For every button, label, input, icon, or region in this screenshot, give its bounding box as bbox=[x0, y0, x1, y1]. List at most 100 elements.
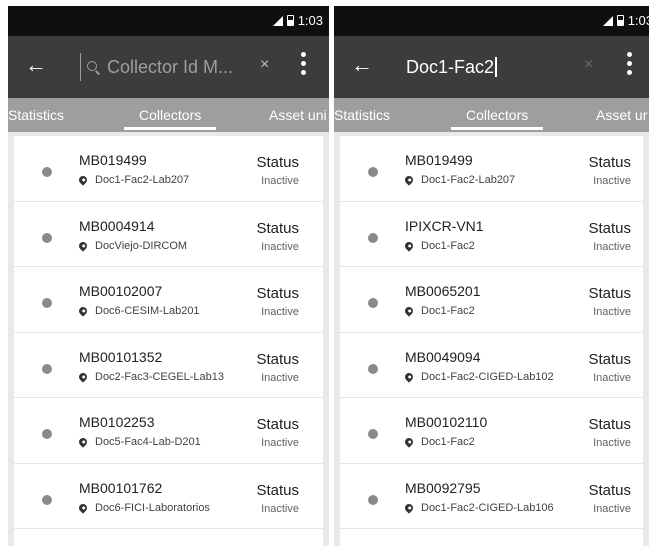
back-arrow-icon[interactable]: ← bbox=[25, 52, 47, 78]
collector-list: MB019499 Doc1-Fac2-Lab207 Status Inactiv… bbox=[340, 136, 643, 546]
collector-location: Doc1-Fac2-Lab207 bbox=[77, 174, 189, 186]
more-options-icon[interactable] bbox=[301, 52, 307, 75]
collector-id: MB0065201 bbox=[405, 283, 481, 299]
tab-collectors[interactable]: Collectors bbox=[123, 107, 217, 130]
text-cursor bbox=[495, 57, 497, 77]
collector-row[interactable]: MB00101762 Doc6-FICI-Laboratorios Status… bbox=[14, 464, 323, 529]
collector-location: Doc1-Fac2 bbox=[403, 436, 475, 448]
collector-id: MB00101352 bbox=[79, 348, 163, 365]
collector-row[interactable]: MB00102110 Doc1-Fac2 Status Inactive bbox=[340, 398, 643, 464]
status-label: Status bbox=[588, 481, 631, 499]
collector-location: Doc1-Fac2-CIGED-Lab106 bbox=[403, 501, 554, 514]
tab-bar: Statistics Collectors Asset uni bbox=[8, 98, 329, 132]
collector-location: Doc6-CESIM-Lab201 bbox=[77, 305, 200, 317]
clock: 1:03 bbox=[627, 13, 649, 28]
clear-search-button[interactable]: × bbox=[260, 56, 269, 74]
location-pin-icon bbox=[403, 501, 415, 514]
more-options-icon[interactable] bbox=[627, 52, 633, 75]
status-label: Status bbox=[588, 154, 631, 171]
status-dot-icon bbox=[42, 298, 52, 308]
back-arrow-icon[interactable]: ← bbox=[351, 52, 373, 78]
status-value: Inactive bbox=[593, 437, 631, 449]
battery-icon bbox=[286, 15, 294, 26]
signal-icon bbox=[272, 15, 283, 26]
collector-row[interactable]: MB019499 Doc1-Fac2-Lab207 Status Inactiv… bbox=[340, 136, 643, 202]
status-bar: 1:03 bbox=[8, 6, 329, 36]
search-box[interactable]: Collector Id M... bbox=[80, 53, 260, 81]
status-value: Inactive bbox=[261, 437, 299, 449]
status-dot-icon bbox=[368, 167, 378, 177]
status-dot-icon bbox=[368, 363, 378, 374]
collector-row[interactable]: MB0065201 Doc1-Fac2 Status Inactive bbox=[340, 267, 643, 333]
clock: 1:03 bbox=[297, 13, 323, 28]
status-label: Status bbox=[256, 154, 299, 171]
status-value: Inactive bbox=[261, 371, 299, 384]
status-bar: 1:03 bbox=[334, 6, 649, 36]
search-box[interactable]: Doc1-Fac2 bbox=[406, 53, 566, 81]
status-value: Inactive bbox=[261, 502, 299, 515]
collector-location: Doc1-Fac2-Lab207 bbox=[403, 174, 515, 186]
collector-row[interactable]: MB019499 Doc1-Fac2-Lab207 Status Inactiv… bbox=[14, 136, 323, 202]
status-value: Inactive bbox=[593, 502, 631, 515]
status-label: Status bbox=[588, 285, 631, 302]
location-pin-icon bbox=[403, 370, 415, 383]
collector-location: Doc1-Fac2 bbox=[403, 239, 475, 252]
collector-location: DocViejo-DIRCOM bbox=[77, 240, 187, 252]
tab-asset-units[interactable]: Asset uni bbox=[269, 107, 327, 123]
collector-row[interactable]: MB00101352 Doc2-Fac3-CEGEL-Lab13 Status … bbox=[14, 333, 323, 398]
status-label: Status bbox=[256, 350, 299, 368]
location-pin-icon bbox=[403, 239, 415, 252]
collector-location: Doc2-Fac3-CEGEL-Lab13 bbox=[77, 370, 224, 383]
collector-id: MB019499 bbox=[79, 152, 147, 168]
collector-location: Doc5-Fac4-Lab-D201 bbox=[77, 436, 201, 448]
collector-id: MB019499 bbox=[405, 152, 473, 168]
tab-statistics[interactable]: Statistics bbox=[8, 107, 64, 123]
status-dot-icon bbox=[42, 429, 52, 439]
status-dot-icon bbox=[42, 232, 52, 243]
status-value: Inactive bbox=[593, 175, 631, 187]
status-value: Inactive bbox=[261, 306, 299, 318]
toolbar: ← Doc1-Fac2 × bbox=[334, 36, 649, 98]
toolbar: ← Collector Id M... × bbox=[8, 36, 329, 98]
right-screen: 1:03 ← Doc1-Fac2 × Statistics Collectors… bbox=[334, 6, 649, 546]
collector-row[interactable]: MB00102007 Doc6-CESIM-Lab201 Status Inac… bbox=[14, 267, 323, 333]
location-pin-icon bbox=[77, 501, 89, 514]
search-input[interactable]: Doc1-Fac2 bbox=[406, 57, 494, 78]
status-dot-icon bbox=[368, 429, 378, 439]
status-label: Status bbox=[256, 285, 299, 302]
tab-collectors[interactable]: Collectors bbox=[450, 107, 544, 130]
collector-list: MB019499 Doc1-Fac2-Lab207 Status Inactiv… bbox=[14, 136, 323, 546]
collector-location: Doc1-Fac2 bbox=[403, 305, 475, 317]
clear-search-button[interactable]: × bbox=[584, 56, 593, 74]
status-dot-icon bbox=[42, 363, 52, 374]
location-pin-icon bbox=[403, 436, 415, 448]
collector-location: Doc6-FICI-Laboratorios bbox=[77, 501, 210, 514]
location-pin-icon bbox=[77, 436, 89, 448]
tab-statistics[interactable]: Statistics bbox=[334, 107, 390, 123]
input-cursor bbox=[80, 53, 81, 81]
collector-id: MB0092795 bbox=[405, 479, 481, 496]
collector-row[interactable]: IPIXCR-VN1 Doc1-Fac2 Status Inactive bbox=[340, 202, 643, 267]
collector-row[interactable]: MB0102253 Doc5-Fac4-Lab-D201 Status Inac… bbox=[14, 398, 323, 464]
location-pin-icon bbox=[77, 370, 89, 383]
search-input[interactable]: Collector Id M... bbox=[107, 57, 233, 78]
location-pin-icon bbox=[77, 305, 89, 317]
location-pin-icon bbox=[403, 174, 415, 186]
status-dot-icon bbox=[368, 232, 378, 243]
status-label: Status bbox=[256, 416, 299, 433]
status-value: Inactive bbox=[261, 240, 299, 253]
tab-asset-units[interactable]: Asset ur bbox=[596, 107, 647, 123]
signal-icon bbox=[602, 15, 613, 26]
collector-id: MB0049094 bbox=[405, 348, 481, 365]
left-screen: 1:03 ← Collector Id M... × Statistics Co… bbox=[8, 6, 329, 546]
search-icon bbox=[87, 61, 101, 75]
collector-row[interactable]: MB0004914 DocViejo-DIRCOM Status Inactiv… bbox=[14, 202, 323, 267]
status-label: Status bbox=[588, 219, 631, 237]
collector-id: MB0004914 bbox=[79, 217, 155, 234]
collector-id: MB00101762 bbox=[79, 479, 163, 496]
status-value: Inactive bbox=[593, 240, 631, 253]
location-pin-icon bbox=[77, 174, 89, 186]
collector-row[interactable]: MB0092795 Doc1-Fac2-CIGED-Lab106 Status … bbox=[340, 464, 643, 529]
tab-bar: Statistics Collectors Asset ur bbox=[334, 98, 649, 132]
collector-row[interactable]: MB0049094 Doc1-Fac2-CIGED-Lab102 Status … bbox=[340, 333, 643, 398]
